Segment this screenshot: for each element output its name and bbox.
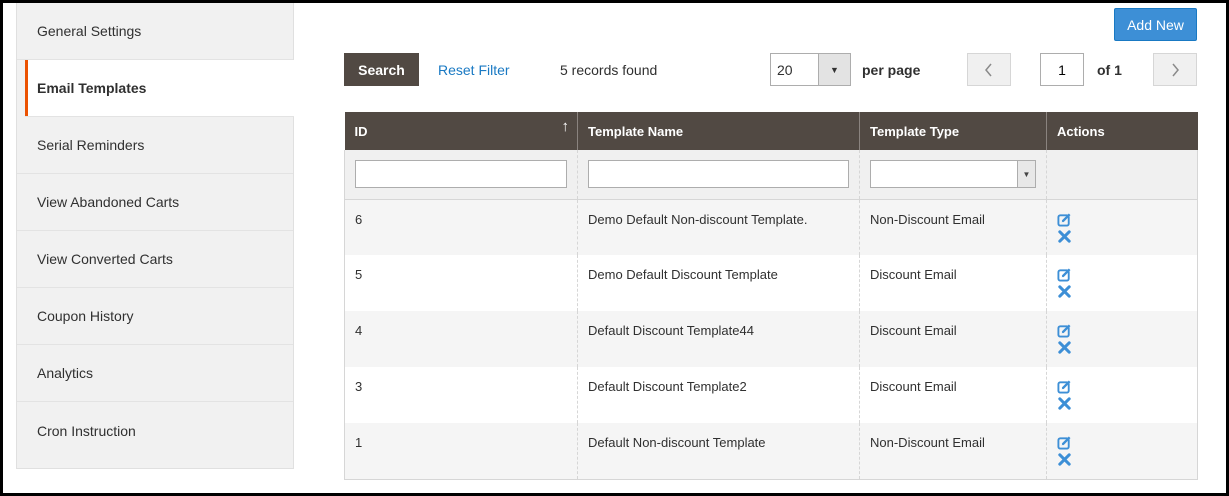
cell-actions	[1046, 423, 1198, 480]
cell-actions	[1046, 255, 1198, 311]
cell-id: 5	[344, 255, 578, 311]
sidebar-item-label: View Converted Carts	[37, 251, 173, 267]
chevron-down-icon: ▼	[1017, 161, 1035, 188]
page-number-input[interactable]	[1040, 53, 1084, 86]
sidebar-item-email-templates[interactable]: Email Templates	[25, 60, 294, 117]
edit-icon[interactable]	[1057, 435, 1072, 450]
cell-template-type: Discount Email	[859, 255, 1047, 311]
sidebar-item-general-settings[interactable]: General Settings	[17, 3, 293, 60]
template-type-filter-select[interactable]: ▼	[870, 160, 1036, 189]
cell-actions	[1046, 199, 1198, 255]
chevron-right-icon	[1172, 63, 1179, 76]
cell-template-name: Default Non-discount Template	[577, 423, 860, 480]
cell-id: 1	[344, 423, 578, 480]
records-count: 5 records found	[560, 61, 658, 78]
templates-grid: ID ↑ Template Name Template Type Actions …	[344, 112, 1198, 480]
edit-icon[interactable]	[1057, 379, 1072, 394]
table-row[interactable]: 4 Default Discount Template44 Discount E…	[344, 311, 1198, 367]
cell-template-type: Non-Discount Email	[859, 199, 1047, 255]
cell-id: 6	[344, 199, 578, 255]
delete-icon[interactable]	[1057, 396, 1072, 411]
per-page-label: per page	[862, 61, 921, 78]
cell-template-name: Demo Default Discount Template	[577, 255, 860, 311]
sidebar-item-label: Cron Instruction	[37, 422, 136, 439]
sort-ascending-icon: ↑	[561, 118, 570, 135]
edit-icon[interactable]	[1057, 323, 1072, 338]
column-header-label: Actions	[1057, 123, 1105, 139]
sidebar-item-view-converted-carts[interactable]: View Converted Carts	[17, 231, 293, 288]
sidebar-item-cron-instruction[interactable]: Cron Instruction	[17, 402, 293, 459]
table-row[interactable]: 5 Demo Default Discount Template Discoun…	[344, 255, 1198, 311]
cell-id: 4	[344, 311, 578, 367]
cell-actions	[1046, 367, 1198, 423]
delete-icon[interactable]	[1057, 340, 1072, 355]
previous-page-button[interactable]	[967, 53, 1011, 86]
column-header-actions: Actions	[1046, 112, 1198, 150]
sidebar-item-analytics[interactable]: Analytics	[17, 345, 293, 402]
cell-template-type: Non-Discount Email	[859, 423, 1047, 480]
cell-template-name: Default Discount Template2	[577, 367, 860, 423]
column-header-label: ID	[354, 123, 368, 139]
table-row[interactable]: 3 Default Discount Template2 Discount Em…	[344, 367, 1198, 423]
column-header-id[interactable]: ID ↑	[344, 112, 578, 150]
filter-cell	[577, 150, 860, 200]
page-total: of 1	[1097, 61, 1122, 78]
delete-icon[interactable]	[1057, 229, 1072, 244]
delete-icon[interactable]	[1057, 452, 1072, 467]
delete-icon[interactable]	[1057, 284, 1072, 299]
filter-row: ▼	[344, 150, 1198, 200]
filter-cell: ▼	[859, 150, 1047, 200]
sidebar: General Settings Email Templates Serial …	[16, 3, 294, 469]
cell-template-type: Discount Email	[859, 311, 1047, 367]
cell-template-name: Demo Default Non-discount Template.	[577, 199, 860, 255]
per-page-select[interactable]: 20 ▼	[770, 53, 851, 86]
filter-cell	[1046, 150, 1198, 200]
add-new-button[interactable]: Add New	[1114, 8, 1197, 41]
column-header-template-name[interactable]: Template Name	[577, 112, 860, 150]
cell-template-name: Default Discount Template44	[577, 311, 860, 367]
chevron-down-icon: ▼	[818, 54, 850, 85]
sidebar-item-coupon-history[interactable]: Coupon History	[17, 288, 293, 345]
sidebar-item-label: Serial Reminders	[37, 137, 145, 153]
per-page-value: 20	[777, 61, 793, 78]
cell-template-type: Discount Email	[859, 367, 1047, 423]
sidebar-item-label: Analytics	[37, 365, 94, 381]
reset-filter-link[interactable]: Reset Filter	[438, 53, 510, 86]
sidebar-item-serial-reminders[interactable]: Serial Reminders	[17, 117, 293, 174]
cell-id: 3	[344, 367, 578, 423]
sidebar-item-label: Coupon History	[37, 308, 134, 324]
column-header-template-type[interactable]: Template Type	[859, 112, 1047, 150]
sidebar-item-label: Email Templates	[37, 80, 147, 96]
chevron-left-icon	[985, 63, 992, 76]
column-header-label: Template Type	[870, 123, 960, 139]
next-page-button[interactable]	[1153, 53, 1197, 86]
sidebar-item-view-abandoned-carts[interactable]: View Abandoned Carts	[17, 174, 293, 231]
cell-actions	[1046, 311, 1198, 367]
search-button[interactable]: Search	[344, 53, 419, 86]
sidebar-item-label: General Settings	[37, 23, 142, 39]
edit-icon[interactable]	[1057, 267, 1072, 282]
edit-icon[interactable]	[1057, 212, 1072, 227]
column-header-label: Template Name	[588, 123, 684, 139]
id-filter-input[interactable]	[355, 160, 567, 189]
table-row[interactable]: 1 Default Non-discount Template Non-Disc…	[344, 423, 1198, 480]
sidebar-item-label: View Abandoned Carts	[37, 194, 180, 210]
template-name-filter-input[interactable]	[588, 160, 849, 189]
grid-header-row: ID ↑ Template Name Template Type Actions	[344, 112, 1198, 150]
filter-cell	[344, 150, 578, 200]
table-row[interactable]: 6 Demo Default Non-discount Template. No…	[344, 199, 1198, 255]
